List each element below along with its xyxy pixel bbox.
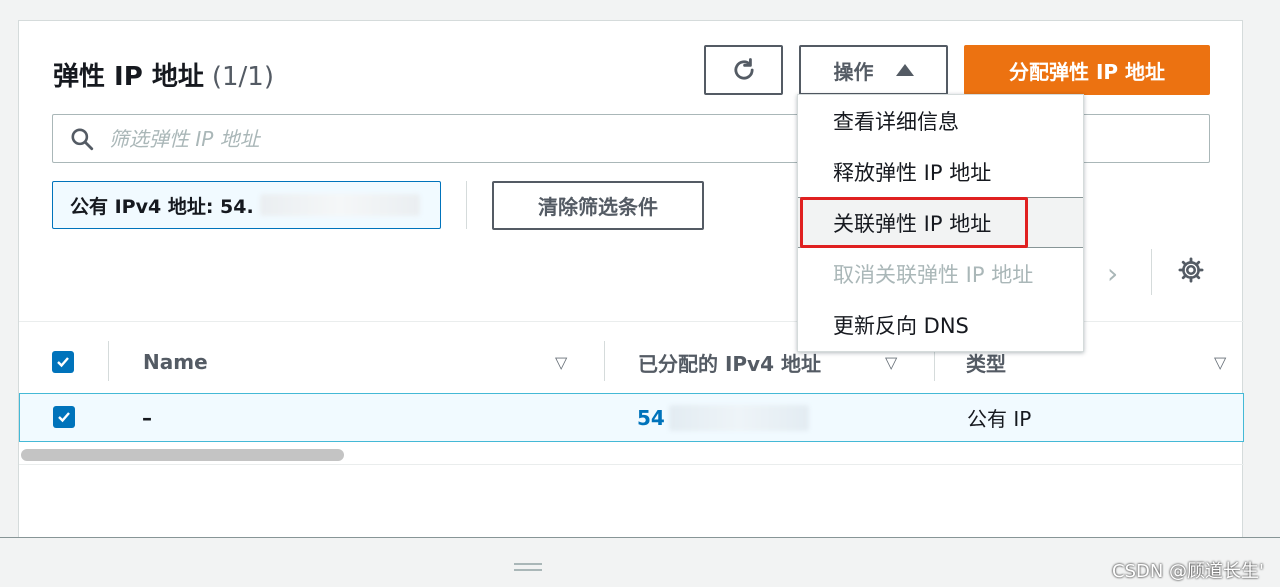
- menu-item-view-details[interactable]: 查看详细信息: [798, 95, 1083, 146]
- refresh-icon: [733, 58, 754, 80]
- column-header-ipv4[interactable]: 已分配的 IPv4 地址: [638, 333, 821, 391]
- filter-token-label: 公有 IPv4 地址: 54.: [70, 195, 254, 218]
- gear-icon[interactable]: [1177, 256, 1205, 288]
- horizontal-scrollbar-thumb[interactable]: [21, 449, 344, 461]
- actions-button-label: 操作: [833, 59, 874, 84]
- filter-divider: [466, 181, 467, 229]
- menu-item-release-eip[interactable]: 释放弹性 IP 地址: [798, 146, 1083, 197]
- allocate-eip-button[interactable]: 分配弹性 IP 地址: [964, 45, 1210, 95]
- watermark: CSDN @顾道长生': [1112, 561, 1264, 582]
- actions-button[interactable]: 操作: [799, 45, 948, 95]
- check-icon: [57, 357, 69, 368]
- table-bottom-border: [19, 464, 1244, 465]
- clear-filters-button[interactable]: 清除筛选条件: [492, 181, 704, 230]
- actions-dropdown: 查看详细信息 释放弹性 IP 地址 关联弹性 IP 地址 取消关联弹性 IP 地…: [797, 94, 1084, 352]
- sort-icon[interactable]: ▽: [555, 353, 567, 372]
- cell-name: –: [142, 405, 152, 430]
- check-icon: [58, 412, 70, 423]
- refresh-button[interactable]: [704, 45, 783, 95]
- caret-up-icon: [895, 64, 914, 76]
- chevron-right-icon[interactable]: ›: [1107, 257, 1118, 290]
- sort-icon[interactable]: ▽: [1214, 353, 1226, 372]
- menu-item-associate-eip[interactable]: 关联弹性 IP 地址: [798, 197, 1083, 248]
- column-separator: [604, 341, 605, 381]
- page-title: 弹性 IP 地址 (1/1): [53, 56, 274, 93]
- table-row[interactable]: – 54 公有 IP: [19, 393, 1244, 442]
- redacted-ip: [259, 194, 420, 216]
- pager-divider: [1151, 249, 1152, 295]
- redacted-ip: [668, 404, 809, 431]
- column-separator: [108, 341, 109, 381]
- filter-token[interactable]: 公有 IPv4 地址: 54.: [52, 181, 441, 229]
- drag-handle-icon[interactable]: [514, 563, 542, 575]
- search-icon: [71, 127, 94, 150]
- cell-type: 公有 IP: [967, 407, 1032, 431]
- menu-item-update-reverse-dns[interactable]: 更新反向 DNS: [798, 299, 1083, 350]
- sort-icon[interactable]: ▽: [885, 353, 897, 372]
- page-title-text: 弹性 IP 地址: [53, 62, 204, 92]
- row-checkbox[interactable]: [53, 406, 75, 428]
- column-header-name[interactable]: Name: [143, 333, 208, 391]
- cell-ipv4-text: 54: [637, 405, 665, 430]
- page-title-count: (1/1): [211, 62, 274, 92]
- split-panel-bar: [0, 537, 1280, 587]
- cell-ipv4[interactable]: 54: [637, 394, 809, 441]
- select-all-checkbox[interactable]: [52, 351, 74, 373]
- menu-item-disassociate-eip: 取消关联弹性 IP 地址: [833, 262, 1034, 287]
